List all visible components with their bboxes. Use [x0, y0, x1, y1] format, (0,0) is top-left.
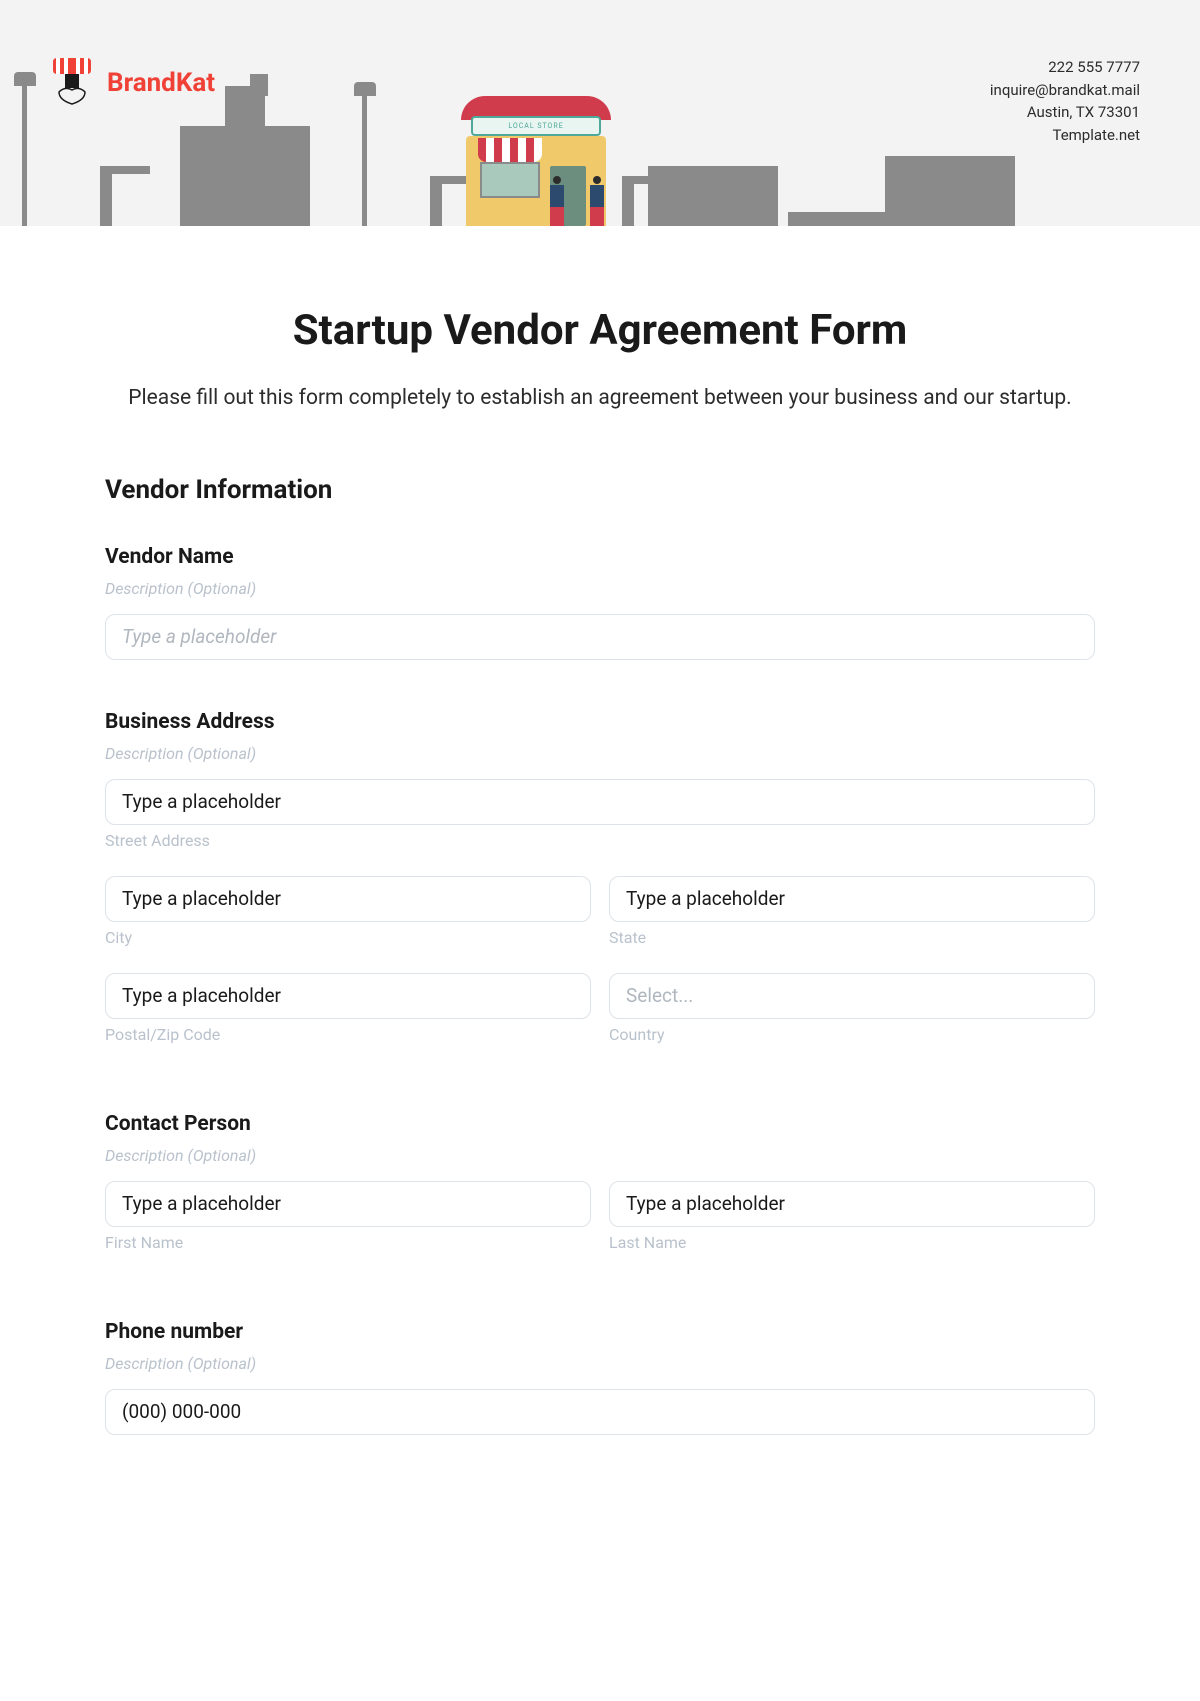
state-input[interactable] [609, 876, 1095, 922]
phone-label: Phone number [105, 1320, 1095, 1344]
vendor-name-desc: Description (Optional) [105, 579, 1095, 598]
street-address-input[interactable] [105, 779, 1095, 825]
phone-desc: Description (Optional) [105, 1354, 1095, 1373]
vendor-name-label: Vendor Name [105, 545, 1095, 569]
business-address-label: Business Address [105, 710, 1095, 734]
state-sublabel: State [609, 928, 1095, 947]
field-contact-person: Contact Person Description (Optional) Fi… [105, 1112, 1095, 1270]
street-address-sublabel: Street Address [105, 831, 1095, 850]
field-vendor-name: Vendor Name Description (Optional) [105, 545, 1095, 660]
country-sublabel: Country [609, 1025, 1095, 1044]
phone-input[interactable] [105, 1389, 1095, 1435]
field-phone-number: Phone number Description (Optional) [105, 1320, 1095, 1435]
postal-sublabel: Postal/Zip Code [105, 1025, 591, 1044]
city-sublabel: City [105, 928, 591, 947]
section-vendor-info: Vendor Information [105, 475, 1095, 505]
contact-person-desc: Description (Optional) [105, 1146, 1095, 1165]
store-sign-text: LOCAL STORE [471, 116, 601, 136]
last-name-sublabel: Last Name [609, 1233, 1095, 1252]
business-address-desc: Description (Optional) [105, 744, 1095, 763]
first-name-input[interactable] [105, 1181, 591, 1227]
cityscape-illustration: LOCAL STORE [0, 76, 1200, 226]
field-business-address: Business Address Description (Optional) … [105, 710, 1095, 1062]
country-select[interactable]: Select... [609, 973, 1095, 1019]
city-input[interactable] [105, 876, 591, 922]
form-main: Startup Vendor Agreement Form Please fil… [0, 226, 1200, 1525]
contact-person-label: Contact Person [105, 1112, 1095, 1136]
form-subtitle: Please fill out this form completely to … [105, 383, 1095, 415]
vendor-name-input[interactable] [105, 614, 1095, 660]
header-banner: BrandKat 222 555 7777 inquire@brandkat.m… [0, 0, 1200, 226]
first-name-sublabel: First Name [105, 1233, 591, 1252]
last-name-input[interactable] [609, 1181, 1095, 1227]
postal-input[interactable] [105, 973, 591, 1019]
form-title: Startup Vendor Agreement Form [105, 306, 1095, 355]
